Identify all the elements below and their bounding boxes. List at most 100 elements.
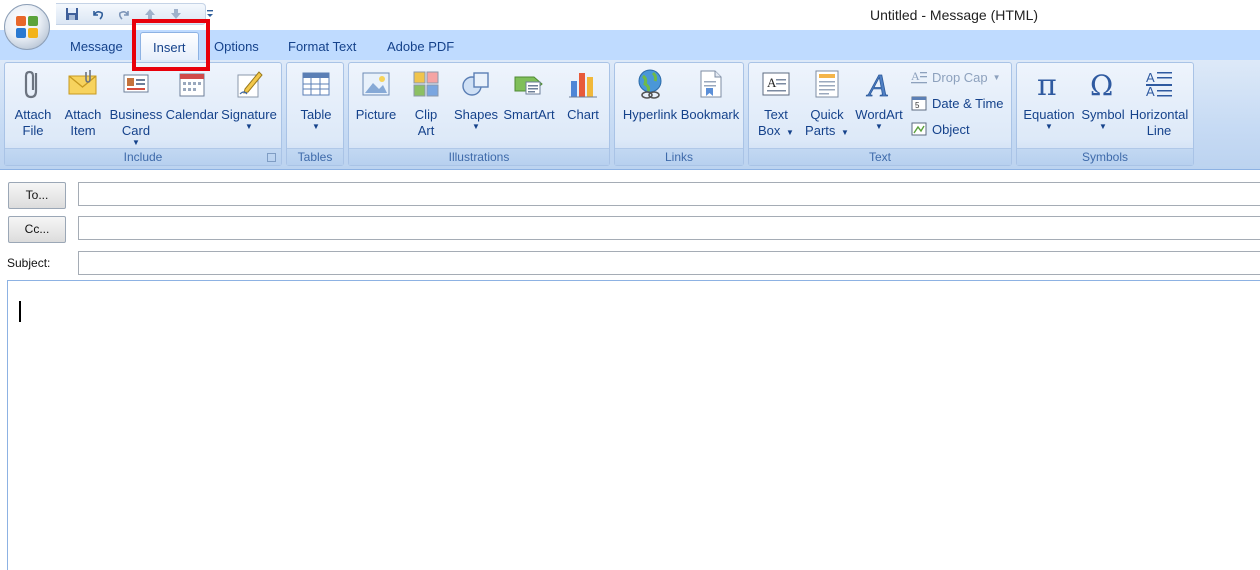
- tab-adobe-pdf[interactable]: Adobe PDF: [387, 39, 454, 54]
- bookmark-label: Bookmark: [680, 107, 740, 122]
- paperclip-icon: [24, 70, 38, 99]
- chart-label: Chart: [567, 107, 599, 122]
- to-button[interactable]: To...: [8, 182, 66, 209]
- attach-item-button[interactable]: Attach Item: [61, 67, 105, 139]
- smartart-icon: [514, 76, 543, 95]
- clip-art-icon: [413, 71, 439, 97]
- attach-item-label-1: Attach: [64, 107, 102, 122]
- chart-button[interactable]: Chart: [559, 67, 607, 123]
- save-icon[interactable]: [64, 6, 80, 22]
- shapes-button[interactable]: Shapes ▼: [451, 67, 501, 131]
- table-label: Table: [300, 107, 332, 122]
- smartart-label: SmartArt: [503, 107, 555, 122]
- undo-icon[interactable]: [90, 6, 106, 22]
- group-text: A Text Box ▼ Quick Parts ▼ A WordArt ▼ A…: [748, 62, 1012, 166]
- globe-link-icon: [638, 69, 662, 99]
- business-card-label-1: Business: [109, 107, 163, 122]
- svg-text:A: A: [911, 69, 920, 83]
- text-box-button[interactable]: A Text Box ▼: [751, 67, 801, 139]
- object-label: Object: [932, 121, 970, 137]
- clip-art-button[interactable]: Clip Art: [405, 67, 447, 139]
- signature-icon: [237, 71, 263, 98]
- clip-art-label-2: Art: [417, 123, 435, 138]
- group-label-links: Links: [615, 148, 743, 165]
- object-icon: [911, 122, 927, 136]
- ribbon: Attach File Attach Item Business Card ▼ …: [0, 60, 1260, 170]
- group-include: Attach File Attach Item Business Card ▼ …: [4, 62, 282, 166]
- picture-button[interactable]: Picture: [351, 67, 401, 123]
- signature-button[interactable]: Signature ▼: [219, 67, 279, 131]
- dropdown-arrow-icon: ▼: [786, 128, 794, 137]
- group-label-include: Include: [5, 148, 281, 165]
- attach-file-label-1: Attach: [14, 107, 52, 122]
- calendar-label: Calendar: [165, 107, 219, 122]
- tab-message[interactable]: Message: [70, 39, 123, 54]
- business-card-label-2: Card: [121, 123, 151, 138]
- envelope-icon: [68, 70, 97, 95]
- calendar-button[interactable]: Calendar: [165, 67, 219, 123]
- drop-cap-icon: A: [911, 69, 927, 84]
- svg-text:A: A: [1146, 84, 1155, 99]
- attach-file-label-2: File: [22, 123, 44, 138]
- quick-parts-icon: [815, 70, 839, 98]
- date-time-icon: 5: [911, 96, 927, 111]
- drop-cap-button[interactable]: A Drop Cap ▼: [911, 69, 1001, 85]
- quick-parts-button[interactable]: Quick Parts ▼: [803, 67, 851, 139]
- calendar-icon: [179, 73, 205, 97]
- group-label-text: Text: [749, 148, 1011, 165]
- text-box-label-2: Box: [758, 123, 781, 138]
- object-button[interactable]: Object: [911, 121, 970, 137]
- hyperlink-label: Hyperlink: [622, 107, 678, 122]
- hyperlink-button[interactable]: Hyperlink: [619, 67, 681, 123]
- tab-options[interactable]: Options: [214, 39, 259, 54]
- bookmark-button[interactable]: Bookmark: [679, 67, 741, 123]
- drop-cap-label: Drop Cap: [932, 69, 988, 85]
- to-field[interactable]: [78, 182, 1260, 206]
- wordart-button[interactable]: A WordArt ▼: [851, 67, 907, 131]
- shapes-icon: [462, 72, 489, 96]
- equation-button[interactable]: π Equation ▼: [1019, 67, 1079, 131]
- text-box-label-1: Text: [764, 107, 788, 122]
- horizontal-line-label-1: Horizontal: [1129, 107, 1189, 122]
- subject-field[interactable]: [78, 251, 1260, 275]
- dropdown-arrow-icon: ▼: [132, 138, 140, 147]
- svg-text:A: A: [866, 67, 888, 101]
- dialog-launcher-icon[interactable]: [267, 153, 276, 162]
- horizontal-line-label-2: Line: [1146, 123, 1172, 138]
- redo-icon[interactable]: [116, 6, 132, 22]
- cc-button[interactable]: Cc...: [8, 216, 66, 243]
- quick-parts-label-2: Parts: [805, 123, 836, 138]
- wordart-icon: A: [866, 67, 889, 101]
- attach-file-button[interactable]: Attach File: [9, 67, 57, 139]
- business-card-button[interactable]: Business Card ▼: [107, 67, 165, 147]
- picture-label: Picture: [355, 107, 397, 122]
- symbol-button[interactable]: Ω Symbol ▼: [1077, 67, 1129, 131]
- insert-tab-highlight: [132, 19, 210, 71]
- horizontal-line-icon: AA: [1146, 70, 1172, 99]
- message-body[interactable]: [7, 280, 1260, 570]
- dropdown-arrow-icon: ▼: [875, 122, 883, 131]
- table-button[interactable]: Table ▼: [291, 67, 341, 131]
- cc-field[interactable]: [78, 216, 1260, 240]
- group-symbols: π Equation ▼ Ω Symbol ▼ AA Horizontal Li…: [1016, 62, 1194, 166]
- office-button[interactable]: [4, 4, 50, 50]
- clip-art-label-1: Clip: [414, 107, 438, 122]
- subject-label: Subject:: [7, 256, 51, 270]
- dropdown-arrow-icon: ▼: [245, 122, 253, 131]
- omega-icon: Ω: [1090, 69, 1113, 101]
- text-cursor: [19, 301, 21, 322]
- horizontal-line-button[interactable]: AA Horizontal Line: [1127, 67, 1191, 139]
- text-box-icon: A: [762, 72, 790, 96]
- date-time-label: Date & Time: [932, 95, 1004, 111]
- picture-icon: [362, 72, 390, 96]
- smartart-button[interactable]: SmartArt: [501, 67, 557, 123]
- window-title: Untitled - Message (HTML): [870, 7, 1039, 23]
- group-illustrations: Picture Clip Art Shapes ▼ SmartArt Chart…: [348, 62, 610, 166]
- svg-text:π: π: [1037, 68, 1057, 101]
- office-logo-icon: [16, 16, 38, 38]
- dropdown-arrow-icon: ▼: [1099, 122, 1107, 131]
- bookmark-icon: [700, 70, 722, 98]
- pi-icon: π: [1037, 68, 1057, 101]
- tab-format-text[interactable]: Format Text: [288, 39, 356, 54]
- date-time-button[interactable]: 5 Date & Time: [911, 95, 1004, 111]
